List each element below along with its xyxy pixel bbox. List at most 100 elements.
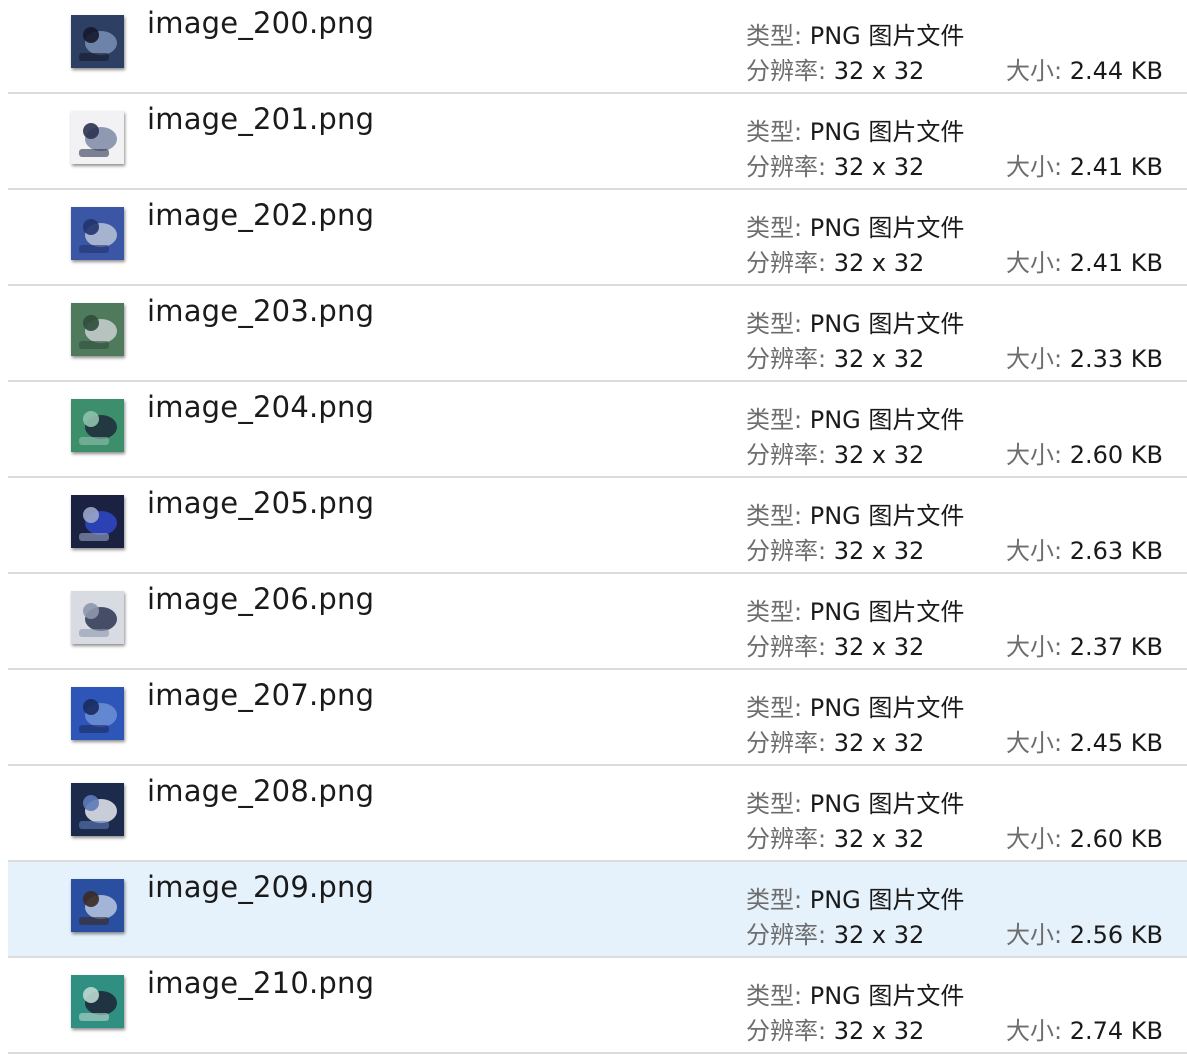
file-type-label: 类型: (746, 790, 810, 818)
file-size-label: 大小: (1006, 153, 1070, 181)
file-resolution: 分辨率: 32 x 32 (746, 819, 924, 854)
file-size-label: 大小: (1006, 633, 1070, 661)
file-size-value: 2.33 KB (1069, 345, 1163, 373)
image-thumbnail[interactable] (71, 975, 124, 1028)
file-type: 类型: PNG 图片文件 (746, 688, 964, 723)
file-size-label: 大小: (1006, 729, 1070, 757)
image-thumbnail[interactable] (71, 495, 124, 548)
file-resolution: 分辨率: 32 x 32 (746, 51, 924, 86)
file-resolution: 分辨率: 32 x 32 (746, 147, 924, 182)
file-row[interactable]: image_207.png 类型: PNG 图片文件 分辨率: 32 x 32 大小:… (8, 670, 1187, 766)
image-thumbnail[interactable] (71, 399, 124, 452)
file-name[interactable]: image_205.png (147, 486, 374, 520)
file-type-label: 类型: (746, 886, 810, 914)
image-thumbnail[interactable] (71, 15, 124, 68)
file-resolution-label: 分辨率: (746, 441, 834, 469)
file-size: 大小: 2.63 KB (1006, 531, 1163, 566)
file-size-value: 2.63 KB (1069, 537, 1163, 565)
file-size-value: 2.37 KB (1069, 633, 1163, 661)
file-resolution: 分辨率: 32 x 32 (746, 531, 924, 566)
file-name[interactable]: image_206.png (147, 582, 374, 616)
file-size-value: 2.60 KB (1069, 441, 1163, 469)
file-resolution: 分辨率: 32 x 32 (746, 723, 924, 758)
file-row[interactable]: image_208.png 类型: PNG 图片文件 分辨率: 32 x 32 大小:… (8, 766, 1187, 862)
file-type-value: PNG 图片文件 (809, 22, 965, 50)
file-name[interactable]: image_200.png (147, 6, 374, 40)
file-resolution: 分辨率: 32 x 32 (746, 627, 924, 662)
image-thumbnail[interactable] (71, 591, 124, 644)
file-name[interactable]: image_209.png (147, 870, 374, 904)
file-row[interactable]: image_202.png 类型: PNG 图片文件 分辨率: 32 x 32 大小:… (8, 190, 1187, 286)
file-name[interactable]: image_210.png (147, 966, 374, 1000)
file-size-value: 2.41 KB (1069, 249, 1163, 277)
file-row[interactable]: image_210.png 类型: PNG 图片文件 分辨率: 32 x 32 大小:… (8, 958, 1187, 1054)
file-type-label: 类型: (746, 22, 810, 50)
file-row[interactable]: image_201.png 类型: PNG 图片文件 分辨率: 32 x 32 大小:… (8, 94, 1187, 190)
file-size-value: 2.41 KB (1069, 153, 1163, 181)
image-thumbnail[interactable] (71, 783, 124, 836)
file-resolution: 分辨率: 32 x 32 (746, 1011, 924, 1046)
file-size-label: 大小: (1006, 921, 1070, 949)
file-size-label: 大小: (1006, 249, 1070, 277)
file-size-label: 大小: (1006, 825, 1070, 853)
file-resolution-label: 分辨率: (746, 825, 834, 853)
file-resolution-value: 32 x 32 (833, 537, 925, 565)
file-size: 大小: 2.45 KB (1006, 723, 1163, 758)
file-row[interactable]: image_206.png 类型: PNG 图片文件 分辨率: 32 x 32 大小:… (8, 574, 1187, 670)
file-type-value: PNG 图片文件 (809, 118, 965, 146)
image-thumbnail[interactable] (71, 111, 124, 164)
file-resolution-value: 32 x 32 (833, 825, 925, 853)
file-size-label: 大小: (1006, 1017, 1070, 1045)
file-name[interactable]: image_204.png (147, 390, 374, 424)
file-type: 类型: PNG 图片文件 (746, 784, 964, 819)
file-type-value: PNG 图片文件 (809, 502, 965, 530)
file-row[interactable]: image_203.png 类型: PNG 图片文件 分辨率: 32 x 32 大小:… (8, 286, 1187, 382)
image-thumbnail[interactable] (71, 879, 124, 932)
file-type: 类型: PNG 图片文件 (746, 304, 964, 339)
file-size: 大小: 2.56 KB (1006, 915, 1163, 950)
file-name[interactable]: image_208.png (147, 774, 374, 808)
image-thumbnail[interactable] (71, 687, 124, 740)
file-resolution: 分辨率: 32 x 32 (746, 243, 924, 278)
file-type: 类型: PNG 图片文件 (746, 16, 964, 51)
file-size: 大小: 2.41 KB (1006, 147, 1163, 182)
file-type-label: 类型: (746, 598, 810, 626)
file-resolution-value: 32 x 32 (833, 729, 925, 757)
file-name[interactable]: image_203.png (147, 294, 374, 328)
image-thumbnail[interactable] (71, 207, 124, 260)
file-size-label: 大小: (1006, 57, 1070, 85)
file-name[interactable]: image_202.png (147, 198, 374, 232)
file-size-label: 大小: (1006, 345, 1070, 373)
file-size-value: 2.60 KB (1069, 825, 1163, 853)
file-resolution: 分辨率: 32 x 32 (746, 435, 924, 470)
file-resolution: 分辨率: 32 x 32 (746, 339, 924, 374)
file-type: 类型: PNG 图片文件 (746, 112, 964, 147)
file-row[interactable]: image_205.png 类型: PNG 图片文件 分辨率: 32 x 32 大小:… (8, 478, 1187, 574)
file-size-label: 大小: (1006, 441, 1070, 469)
file-size: 大小: 2.41 KB (1006, 243, 1163, 278)
file-size-value: 2.56 KB (1069, 921, 1163, 949)
image-thumbnail[interactable] (71, 303, 124, 356)
file-type-label: 类型: (746, 982, 810, 1010)
file-row[interactable]: image_200.png 类型: PNG 图片文件 分辨率: 32 x 32 大小:… (8, 0, 1187, 94)
file-type-label: 类型: (746, 502, 810, 530)
file-resolution-value: 32 x 32 (833, 633, 925, 661)
file-resolution-label: 分辨率: (746, 57, 834, 85)
file-resolution-label: 分辨率: (746, 345, 834, 373)
file-row[interactable]: image_204.png 类型: PNG 图片文件 分辨率: 32 x 32 大小:… (8, 382, 1187, 478)
file-name[interactable]: image_201.png (147, 102, 374, 136)
file-resolution-label: 分辨率: (746, 249, 834, 277)
file-resolution-value: 32 x 32 (833, 441, 925, 469)
file-type-label: 类型: (746, 118, 810, 146)
file-name[interactable]: image_207.png (147, 678, 374, 712)
file-type: 类型: PNG 图片文件 (746, 592, 964, 627)
file-resolution: 分辨率: 32 x 32 (746, 915, 924, 950)
file-resolution-label: 分辨率: (746, 1017, 834, 1045)
file-size-value: 2.74 KB (1069, 1017, 1163, 1045)
file-resolution-label: 分辨率: (746, 729, 834, 757)
file-type-value: PNG 图片文件 (809, 982, 965, 1010)
file-size: 大小: 2.37 KB (1006, 627, 1163, 662)
file-row[interactable]: image_209.png 类型: PNG 图片文件 分辨率: 32 x 32 大小:… (8, 862, 1187, 958)
file-size: 大小: 2.44 KB (1006, 51, 1163, 86)
file-type: 类型: PNG 图片文件 (746, 976, 964, 1011)
